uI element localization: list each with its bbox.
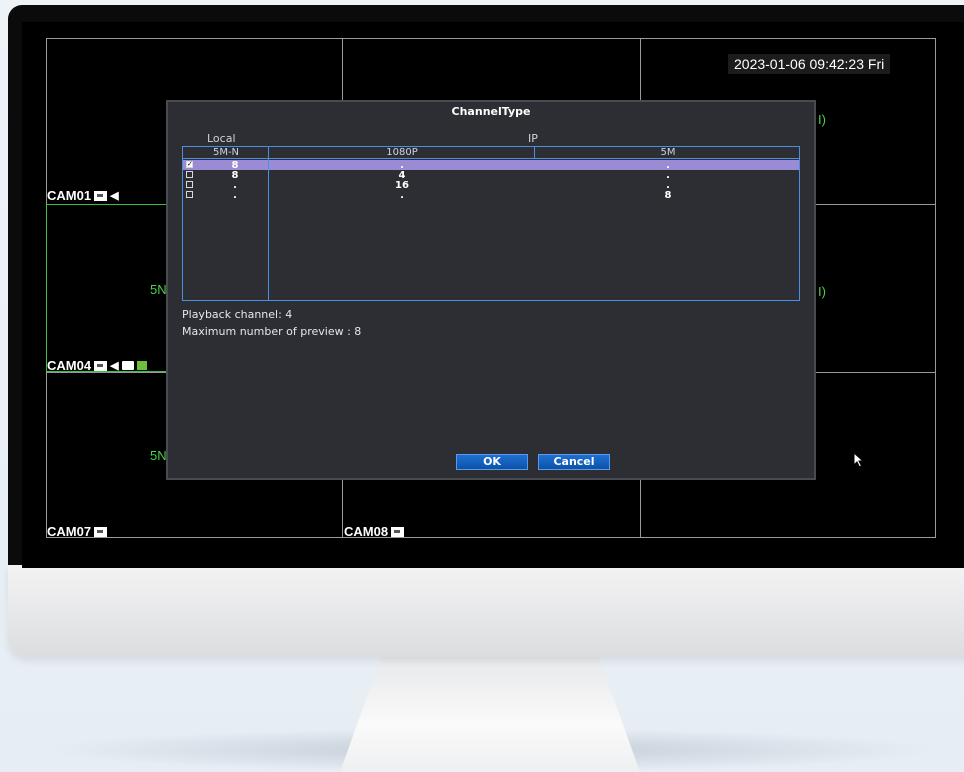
status-text: I) xyxy=(818,284,826,299)
camera-label: CAM07 xyxy=(47,524,92,539)
grid-right-border xyxy=(935,38,936,538)
record-icon xyxy=(94,190,108,201)
speaker-icon: ◀︎ xyxy=(110,190,119,202)
monitor-stand xyxy=(340,655,640,772)
camera-label: CAM01 xyxy=(47,188,92,203)
cell-1080p: . xyxy=(400,190,404,201)
table-row[interactable]: . . 8 xyxy=(183,190,799,201)
ip-group-header: IP xyxy=(528,132,538,145)
camera-tile-cam08[interactable]: CAM08 xyxy=(344,524,405,539)
column-header-5m-n: 5M-N xyxy=(212,147,240,158)
nvr-screen: 2023-01-06 09:42:23 Fri CAM01 ◀︎ CAM04 ◀… xyxy=(22,22,964,568)
table-header-row: 5M-N 1080P 5M xyxy=(183,147,799,159)
camera-label: CAM04 xyxy=(47,358,92,373)
speaker-icon: ◀︎ xyxy=(110,360,119,372)
camera-tile-cam07[interactable]: CAM07 xyxy=(47,524,108,539)
camera-tile-cam01[interactable]: CAM01 ◀︎ xyxy=(47,188,119,203)
status-text: I) xyxy=(818,112,826,127)
mouse-cursor-icon xyxy=(853,452,865,468)
column-header-1080p: 1080P xyxy=(386,147,418,158)
motion-icon xyxy=(136,361,147,370)
grid-top-border xyxy=(46,38,936,39)
grid-bottom-border xyxy=(46,537,936,538)
camera-tile-cam04[interactable]: CAM04 ◀︎ xyxy=(47,358,147,373)
monitor-chin xyxy=(8,565,964,657)
camera-label: CAM08 xyxy=(344,524,389,539)
datetime-overlay: 2023-01-06 09:42:23 Fri xyxy=(728,54,891,74)
channel-type-dialog: ChannelType Local IP 5M-N 1080P 5M ✓ 8 .… xyxy=(166,100,865,480)
max-preview-info: Maximum number of preview : 8 xyxy=(182,325,362,338)
column-header-5m: 5M xyxy=(660,147,676,158)
ok-button[interactable]: OK xyxy=(456,454,528,470)
record-icon xyxy=(391,526,405,537)
channel-type-table: 5M-N 1080P 5M ✓ 8 . . 8 4 . . 16 . . . 8 xyxy=(182,146,800,301)
record-icon xyxy=(94,526,108,537)
column-divider xyxy=(268,147,269,300)
table-row[interactable]: 8 4 . xyxy=(183,170,799,181)
dialog-title: ChannelType xyxy=(451,105,531,118)
resolution-text: 5N xyxy=(150,448,167,463)
cell-5m: 8 xyxy=(664,190,672,201)
table-row[interactable]: ✓ 8 . . xyxy=(183,160,799,171)
local-group-header: Local xyxy=(207,132,236,145)
record-icon xyxy=(94,360,108,371)
table-row[interactable]: . 16 . xyxy=(183,180,799,191)
resolution-text: 5N xyxy=(150,282,167,297)
column-divider xyxy=(534,147,535,159)
playback-channel-info: Playback channel: 4 xyxy=(182,308,293,321)
cancel-button[interactable]: Cancel xyxy=(538,454,610,470)
snapshot-icon xyxy=(121,361,134,370)
